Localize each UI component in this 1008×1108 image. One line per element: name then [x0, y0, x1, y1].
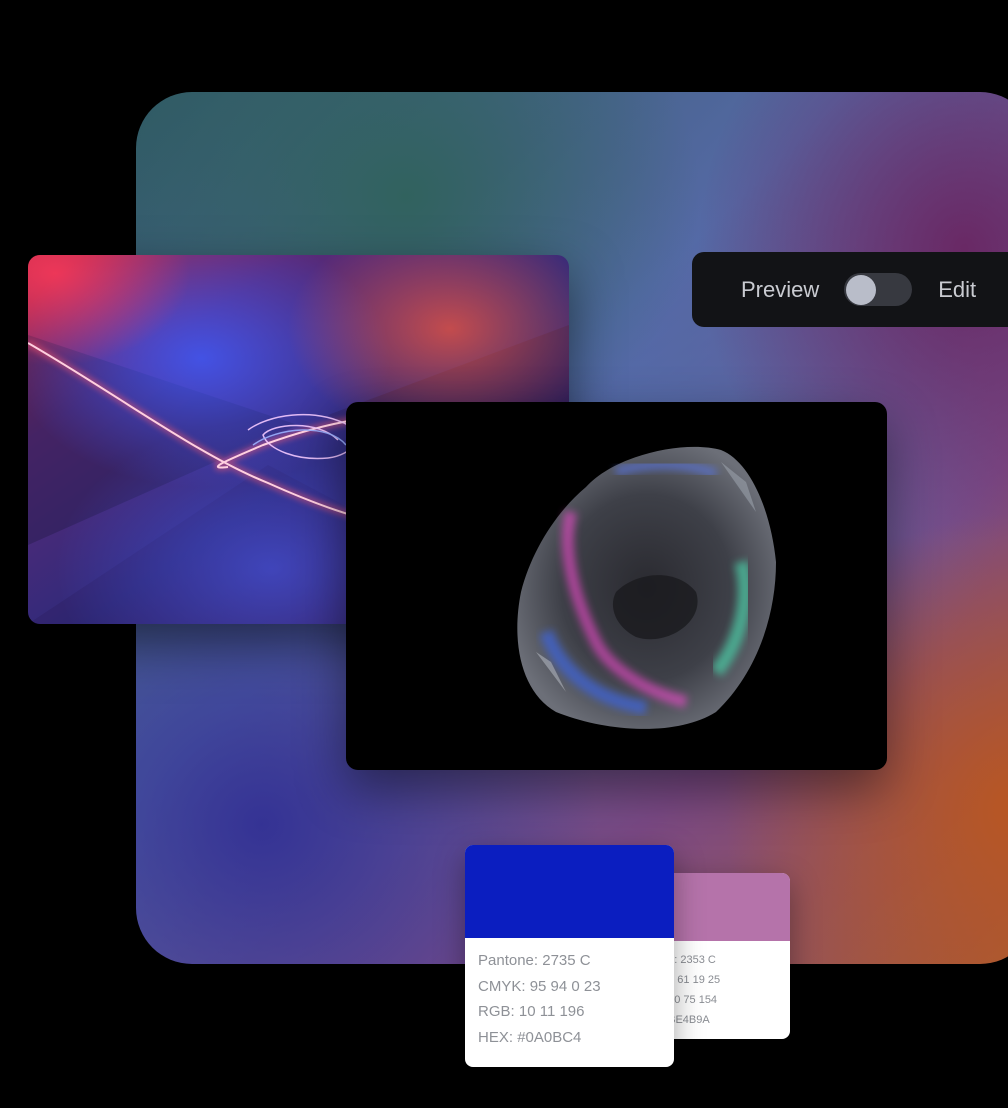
crystal-image	[517, 446, 776, 729]
cmyk-value: 95 94 0 23	[529, 977, 601, 995]
cmyk-label: CMYK:	[478, 977, 526, 995]
hex-label: HEX:	[478, 1028, 514, 1046]
pantone-label: Pantone:	[478, 952, 539, 969]
color-swatch-card-primary[interactable]: Pantone: 2735 C CMYK: 95 94 0 23 RGB: 10…	[465, 845, 674, 1067]
rgb-label: RGB:	[478, 1003, 515, 1020]
swatch-rgb-line: 190 75 154	[662, 994, 718, 1006]
swatch-color-block	[662, 873, 790, 941]
swatch-color-block	[465, 845, 674, 938]
color-swatch-card-secondary[interactable]: ne: 2353 C : 0 61 19 25 190 75 154 #BE4B…	[662, 873, 790, 1039]
swatch-pantone-line: ne: 2353 C	[662, 954, 716, 966]
preview-edit-switch[interactable]	[844, 273, 913, 306]
rgb-value: 10 11 196	[518, 1003, 585, 1020]
swatch-cmyk-line: CMYK: 95 94 0 23	[478, 974, 674, 1000]
preview-edit-toggle-bar: Preview Edit	[692, 252, 1008, 327]
swatch-rgb-line: RGB: 10 11 196	[478, 999, 674, 1025]
switch-knob[interactable]	[846, 274, 877, 305]
hex-value: #0A0BC4	[517, 1028, 582, 1046]
swatch-cmyk-line: : 0 61 19 25	[662, 974, 721, 986]
swatch-hex-line: HEX: #0A0BC4	[478, 1025, 674, 1051]
preview-label[interactable]: Preview	[741, 277, 819, 303]
pantone-value: 2735 C	[542, 952, 591, 969]
swatch-hex-line: #BE4B9A	[662, 1014, 710, 1026]
crystal-image-card[interactable]	[346, 402, 887, 770]
swatch-pantone-line: Pantone: 2735 C	[478, 948, 674, 974]
edit-label[interactable]: Edit	[938, 277, 976, 303]
